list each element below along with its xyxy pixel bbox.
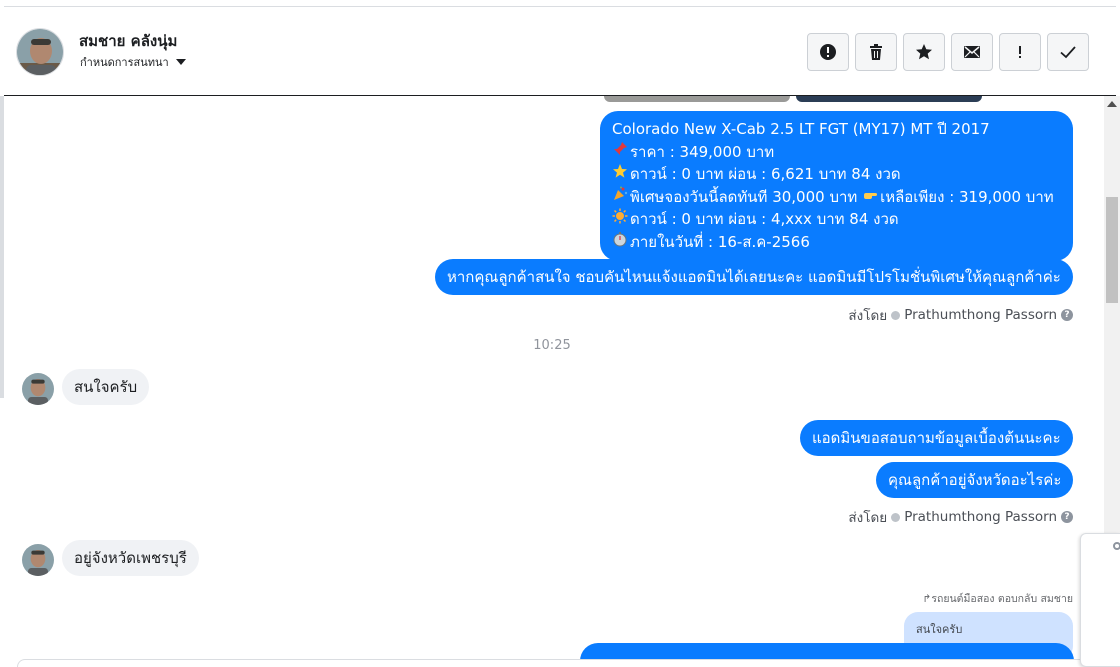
side-panel-tab[interactable] <box>1080 533 1120 667</box>
reply-indicator: ↱รถยนต์มือสอง ตอบกลับ สมชาย <box>923 590 1073 607</box>
sent-by-label: ส่งโดย <box>848 510 888 526</box>
offer-deadline: ภายในวันที่ : 16-ส.ค-2566 <box>630 232 810 251</box>
message-timestamp: 10:25 <box>533 338 571 353</box>
contact-avatar[interactable] <box>16 28 64 76</box>
offer-remaining-price: เหลือเพียง : 319,000 บาท <box>880 187 1054 206</box>
schedule-label: กำหนดการสนทนา <box>80 56 169 69</box>
offer-price: ราคา : 349,000 บาท <box>630 142 775 161</box>
admin-message[interactable]: แอดมินขอสอบถามข้อมูลเบื้องต้นนะคะ <box>800 420 1073 456</box>
exclamation-icon <box>1019 46 1021 58</box>
sent-status-icon <box>891 310 901 320</box>
delete-button[interactable] <box>855 33 897 71</box>
sun-emoji-icon <box>612 208 630 231</box>
sent-by-name[interactable]: Prathumthong Passorn <box>904 307 1057 323</box>
pointing-hand-emoji-icon <box>862 186 880 209</box>
stopwatch-emoji-icon <box>612 231 630 254</box>
offer-special: พิเศษจองวันนี้ลดทันที 30,000 บาท <box>630 187 858 206</box>
scrollbar-thumb[interactable] <box>1106 197 1118 303</box>
sent-by-info: ส่งโดย Prathumthong Passorn ? <box>848 506 1073 528</box>
envelope-icon <box>964 46 980 58</box>
trash-icon <box>870 44 882 60</box>
checkmark-icon <box>1060 46 1076 59</box>
help-icon[interactable]: ? <box>1061 511 1073 523</box>
offer-title: Colorado New X-Cab 2.5 LT FGT (MY17) MT … <box>612 120 990 138</box>
car-photo-1[interactable] <box>604 96 790 102</box>
car-offer-message[interactable]: Colorado New X-Cab 2.5 LT FGT (MY17) MT … <box>600 111 1073 261</box>
pushpin-emoji-icon <box>612 141 630 164</box>
star-icon <box>916 44 932 60</box>
alert-circle-icon <box>820 44 836 60</box>
reply-note-text: รถยนต์มือสอง ตอบกลับ สมชาย <box>931 593 1073 605</box>
sent-status-icon <box>891 512 901 522</box>
star-button[interactable] <box>903 33 945 71</box>
customer-avatar[interactable] <box>22 373 54 405</box>
sent-by-label: ส่งโดย <box>848 308 888 324</box>
contact-name[interactable]: สมชาย คลังนุ่ม <box>79 29 177 53</box>
header-actions <box>807 33 1089 71</box>
sent-by-info: ส่งโดย Prathumthong Passorn ? <box>848 304 1073 326</box>
sent-by-name[interactable]: Prathumthong Passorn <box>904 509 1057 525</box>
car-photo-2[interactable] <box>796 96 982 102</box>
conversation-header: สมชาย คลังนุ่ม กำหนดการสนทนา <box>4 6 1116 96</box>
mark-spam-button[interactable] <box>807 33 849 71</box>
customer-message[interactable]: อยู่จังหวัดเพชรบุรี <box>62 540 199 576</box>
offer-down-payment-2: ดาวน์ : 0 บาท ผ่อน : 4,xxx บาท 84 งวด <box>630 210 899 228</box>
offer-down-payment-1: ดาวน์ : 0 บาท ผ่อน : 6,621 บาท 84 งวด <box>630 165 901 183</box>
admin-invite-message[interactable]: หากคุณลูกค้าสนใจ ชอบคันไหนแจ้งแอดมินได้เ… <box>435 259 1073 295</box>
caret-down-icon <box>175 59 186 65</box>
follow-up-button[interactable] <box>999 33 1041 71</box>
conversation-schedule[interactable]: กำหนดการสนทนา <box>80 53 186 71</box>
message-composer[interactable] <box>17 659 1087 667</box>
star-emoji-icon <box>612 163 630 186</box>
help-icon[interactable]: ? <box>1061 309 1073 321</box>
mark-done-button[interactable] <box>1047 33 1089 71</box>
panel-indicator-icon <box>1113 542 1120 550</box>
customer-message[interactable]: สนใจครับ <box>62 369 150 405</box>
admin-message[interactable]: คุณลูกค้าอยู่จังหวัดอะไรค่ะ <box>876 462 1074 498</box>
mark-unread-button[interactable] <box>951 33 993 71</box>
scroll-up-arrow-icon[interactable] <box>1107 101 1117 107</box>
customer-avatar[interactable] <box>22 544 54 576</box>
party-popper-emoji-icon <box>612 186 630 209</box>
